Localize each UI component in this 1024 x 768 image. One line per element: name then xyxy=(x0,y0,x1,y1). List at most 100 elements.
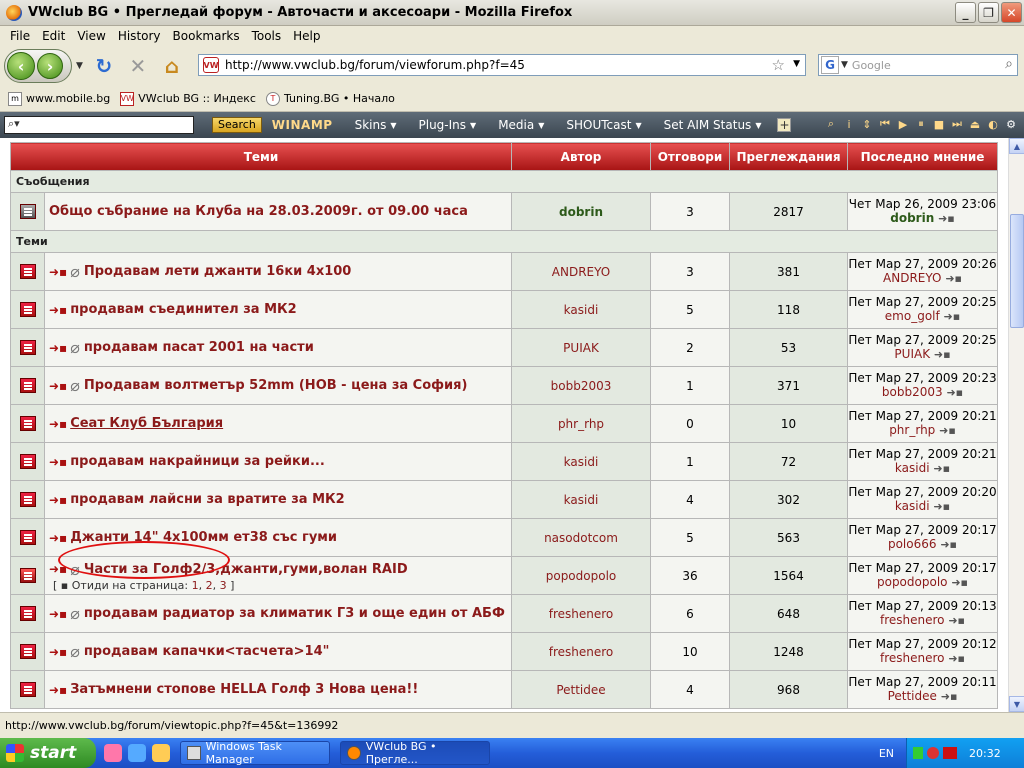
previous-icon[interactable]: ⏮ xyxy=(878,116,892,132)
goto-last-post-icon[interactable]: ➜▪ xyxy=(938,212,955,225)
topic-title-link[interactable]: продавам лайсни за вратите за МК2 xyxy=(70,492,345,507)
topic-author[interactable]: Pettidee xyxy=(556,683,605,697)
menu-label[interactable]: Set AIM Status xyxy=(664,118,752,132)
new-post-icon[interactable]: ➜▪ xyxy=(49,531,67,545)
next-icon[interactable]: ⏭ xyxy=(950,116,964,132)
winamp-logo[interactable]: WINAMP xyxy=(272,118,333,132)
topic-title-link[interactable]: Затъмнени стопове HELLA Голф 3 Нова цена… xyxy=(70,682,418,697)
eject-icon[interactable]: ⏏ xyxy=(968,116,982,132)
search-placeholder[interactable]: Google xyxy=(852,59,891,72)
bookmark-label[interactable]: Tuning.BG • Начало xyxy=(284,92,395,105)
topic-title-link[interactable]: Продавам лети джанти 16ки 4x100 xyxy=(84,264,352,279)
last-post-author[interactable]: polo666 xyxy=(888,537,937,551)
url-dropdown-icon[interactable]: ▼ xyxy=(793,59,800,69)
history-dropdown-icon[interactable]: ▼ xyxy=(76,61,83,71)
winamp-search-button[interactable]: Search xyxy=(212,117,262,133)
tray-volume-icon[interactable] xyxy=(927,747,939,759)
google-icon[interactable]: G xyxy=(821,56,839,74)
menu-icon[interactable]: ◐ xyxy=(986,116,1000,132)
goto-last-post-icon[interactable]: ➜▪ xyxy=(933,500,950,513)
topic-title-link[interactable]: продавам пасат 2001 на части xyxy=(84,340,314,355)
goto-last-post-icon[interactable]: ➜▪ xyxy=(933,462,950,475)
page-link-2[interactable]: 2 xyxy=(206,579,213,592)
topic-author[interactable]: bobb2003 xyxy=(551,379,612,393)
vertical-scrollbar[interactable]: ▲ ▼ xyxy=(1008,138,1024,712)
maximize-button[interactable]: ❐ xyxy=(978,2,999,23)
topic-author[interactable]: nasodotcom xyxy=(544,531,618,545)
goto-last-post-icon[interactable]: ➜▪ xyxy=(946,386,963,399)
new-post-icon[interactable]: ➜▪ xyxy=(49,379,67,393)
engine-dropdown-icon[interactable]: ▼ xyxy=(841,60,848,70)
new-post-icon[interactable]: ➜▪ xyxy=(49,493,67,507)
close-button[interactable]: ✕ xyxy=(1001,2,1022,23)
new-post-icon[interactable]: ➜▪ xyxy=(49,265,67,279)
topic-author[interactable]: popodopolo xyxy=(546,569,617,583)
winamp-menu-plugins[interactable]: Plug-Ins ▼ xyxy=(419,118,477,132)
last-post-author[interactable]: Pettidee xyxy=(888,689,937,703)
tray-network-icon[interactable] xyxy=(913,747,923,759)
topic-author[interactable]: kasidi xyxy=(564,455,599,469)
topic-author[interactable]: kasidi xyxy=(564,303,599,317)
pause-icon[interactable]: ⏸ xyxy=(914,116,928,132)
winamp-search-input[interactable]: ⌕▾ xyxy=(4,116,194,134)
topic-title-link[interactable]: продавам съединител за МК2 xyxy=(70,302,297,317)
topic-author[interactable]: phr_rhp xyxy=(558,417,604,431)
menu-label[interactable]: SHOUTcast xyxy=(566,118,631,132)
goto-last-post-icon[interactable]: ➜▪ xyxy=(951,576,968,589)
menu-view[interactable]: View xyxy=(71,29,111,43)
start-button[interactable]: start xyxy=(0,738,96,768)
scrollbar-thumb[interactable] xyxy=(1010,214,1024,328)
goto-last-post-icon[interactable]: ➜▪ xyxy=(941,690,958,703)
menu-label[interactable]: Skins xyxy=(355,118,387,132)
reload-icon[interactable]: ↻ xyxy=(91,53,117,79)
winamp-menu-media[interactable]: Media ▼ xyxy=(498,118,544,132)
menu-tools[interactable]: Tools xyxy=(246,29,288,43)
new-post-icon[interactable]: ➜▪ xyxy=(49,455,67,469)
topic-title-link[interactable]: продавам накрайници за рейки... xyxy=(70,454,325,469)
search-icon[interactable]: ⌕ xyxy=(1005,56,1013,72)
menu-file[interactable]: File xyxy=(4,29,36,43)
new-post-icon[interactable]: ➜▪ xyxy=(49,607,67,621)
url-bar[interactable]: VW http://www.vwclub.bg/forum/viewforum.… xyxy=(198,54,806,76)
language-indicator[interactable]: EN xyxy=(879,747,894,760)
topic-title-link[interactable]: продавам радиатор за климатик Г3 и още е… xyxy=(84,606,505,621)
last-post-author[interactable]: ANDREYO xyxy=(883,271,941,285)
topic-author[interactable]: freshenero xyxy=(549,607,614,621)
ie-quicklaunch-icon[interactable] xyxy=(128,744,146,762)
back-arrow-icon[interactable]: ‹ xyxy=(7,52,35,80)
search-icon[interactable]: ⌕ xyxy=(824,116,838,132)
page-link-1[interactable]: 1 xyxy=(192,579,199,592)
search-engine-box[interactable]: G ▼ Google ⌕ xyxy=(818,54,1018,76)
goto-last-post-icon[interactable]: ➜▪ xyxy=(934,348,951,361)
goto-last-post-icon[interactable]: ➜▪ xyxy=(944,310,961,323)
bookmark-star-icon[interactable]: ☆ xyxy=(772,56,785,74)
goto-last-post-icon[interactable]: ➜▪ xyxy=(940,538,957,551)
forward-arrow-icon[interactable]: › xyxy=(37,53,63,79)
new-post-icon[interactable]: ➜▪ xyxy=(49,341,67,355)
play-icon[interactable]: ▶ xyxy=(896,116,910,132)
stop-icon[interactable]: ■ xyxy=(932,116,946,132)
topic-title-link[interactable]: Общо събрание на Клуба на 28.03.2009г. о… xyxy=(49,204,468,219)
firefox-quicklaunch-icon[interactable] xyxy=(104,744,122,762)
new-post-icon[interactable]: ➜▪ xyxy=(49,645,67,659)
tray-clock[interactable]: 20:32 xyxy=(969,747,1001,760)
folder-quicklaunch-icon[interactable] xyxy=(152,744,170,762)
menu-help[interactable]: Help xyxy=(287,29,326,43)
scroll-up-icon[interactable]: ▲ xyxy=(1009,138,1024,154)
menu-edit[interactable]: Edit xyxy=(36,29,71,43)
last-post-author[interactable]: freshenero xyxy=(880,613,945,627)
topic-author[interactable]: dobrin xyxy=(559,205,603,219)
gear-icon[interactable]: ⚙ xyxy=(1004,116,1018,132)
topic-title-link[interactable]: продавам капачки<тасчета>14" xyxy=(84,644,330,659)
bookmark-label[interactable]: www.mobile.bg xyxy=(26,92,110,105)
last-post-author[interactable]: kasidi xyxy=(895,499,930,513)
bookmark-tuning[interactable]: T Tuning.BG • Начало xyxy=(265,91,395,106)
goto-last-post-icon[interactable]: ➜▪ xyxy=(948,652,965,665)
topic-author[interactable]: kasidi xyxy=(564,493,599,507)
last-post-author[interactable]: kasidi xyxy=(895,461,930,475)
winamp-menu-shoutcast[interactable]: SHOUTcast ▼ xyxy=(566,118,641,132)
topic-author[interactable]: freshenero xyxy=(549,645,614,659)
bookmark-mobile[interactable]: m www.mobile.bg xyxy=(8,91,110,106)
topic-title-link[interactable]: Сеат Клуб България xyxy=(70,416,223,431)
new-post-icon[interactable]: ➜▪ xyxy=(49,417,67,431)
